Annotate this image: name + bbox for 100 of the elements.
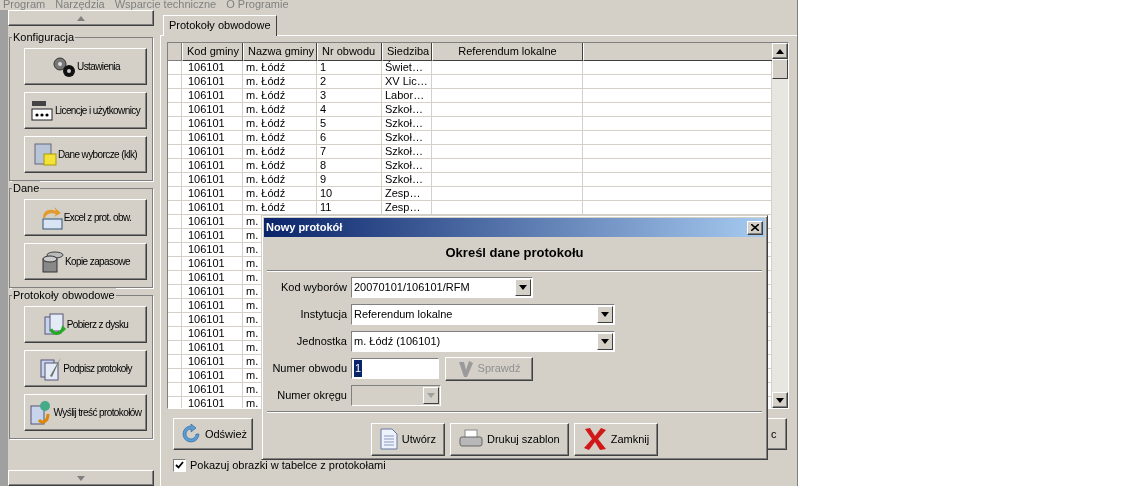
dropdown[interactable]: m. Łódź (106101) — [351, 331, 615, 352]
checkbox-label: Pokazuj obrazki w tabelce z protokołami — [190, 458, 386, 473]
table-cell: 1 — [320, 61, 327, 73]
field-label: Kod wyborów — [279, 280, 347, 296]
tab[interactable]: Protokoły obwodowe — [163, 15, 277, 36]
table-cell: m. — [246, 341, 259, 353]
table-cell-text: 106101 — [187, 75, 225, 87]
column-header[interactable]: Referendum lokalne — [432, 43, 583, 61]
sidebar-button[interactable]: Wyślij treść protokołów — [24, 394, 147, 431]
table-cell: 8 — [320, 159, 327, 171]
dropdown[interactable]: Referendum lokalne — [351, 304, 615, 325]
table-cell: m. Łódź — [246, 131, 286, 143]
table-cell: Szkoł… — [385, 103, 423, 115]
table-cell: m. — [246, 271, 259, 283]
table-cell: m. — [246, 327, 259, 339]
field-label: Numer obwodu — [271, 361, 347, 377]
table-cell-text: 106101 — [187, 229, 225, 241]
table-cell-text: 106101 — [187, 313, 225, 325]
table-cell: 6 — [320, 131, 327, 143]
table-cell: m. Łódź — [246, 187, 286, 199]
table-cell: m. — [246, 383, 259, 395]
group-title: Dane — [12, 181, 41, 195]
table-cell-text: 106101 — [187, 355, 225, 367]
table-cell-text: 106101 — [187, 159, 225, 171]
table-cell: m. — [246, 229, 259, 241]
table-cell: Szkoł… — [385, 173, 423, 185]
table-cell-text: 106101 — [187, 383, 225, 395]
group-title: Protokoły obwodowe — [12, 288, 116, 302]
table-cell: Szkoł… — [385, 117, 423, 129]
sidebar-button[interactable]: Podpisz protokoły — [24, 350, 147, 387]
table-cell: 9 — [320, 173, 327, 185]
table-cell-text: 106101 — [187, 103, 225, 115]
input-field[interactable]: 1 — [351, 358, 439, 379]
table-cell: m. Łódź — [246, 117, 286, 129]
table-cell: Szkoł… — [385, 159, 423, 171]
table-cell: m. — [246, 215, 259, 227]
sidebar-button[interactable]: Kopie zapasowe — [24, 243, 147, 280]
table-cell-text: 106101 — [187, 131, 225, 143]
table-cell-text: 106101 — [187, 61, 225, 73]
table-cell: m. Łódź — [246, 173, 286, 185]
field-label: Jednostka — [295, 334, 347, 350]
sidebar-button[interactable]: Pobierz z dysku — [24, 306, 147, 343]
table-cell-text: 106101 — [187, 187, 225, 199]
table-cell: m. — [246, 299, 259, 311]
table-cell-text: 106101 — [187, 89, 225, 101]
table-cell: 7 — [320, 145, 327, 157]
table-cell: m. Łódź — [246, 159, 286, 171]
table-cell: m. Łódź — [246, 61, 286, 73]
table-cell: Świet… — [385, 61, 423, 73]
table-cell: m. Łódź — [246, 75, 286, 87]
column-header[interactable]: Nazwa gminy — [243, 43, 317, 61]
table-cell: m. — [246, 285, 259, 297]
field-label: Instytucja — [299, 307, 347, 323]
table-cell: Szkoł… — [385, 131, 423, 143]
table-cell-text: 106101 — [187, 145, 225, 157]
sidebar-button[interactable]: Dane wyborcze (klk) — [24, 136, 147, 173]
table-cell: Szkoł… — [385, 145, 423, 157]
column-header[interactable]: Nr obwodu — [317, 43, 382, 61]
dropdown[interactable]: 20070101/106101/RFM — [351, 277, 533, 298]
sidebar-button[interactable]: Licencje i użytkownicy — [24, 92, 147, 129]
table-cell-text: 106101 — [187, 341, 225, 353]
refresh-button[interactable]: Odśwież — [173, 418, 253, 450]
table-cell: m. Łódź — [246, 201, 286, 213]
table-cell: 5 — [320, 117, 327, 129]
group-title: Konfiguracja — [12, 30, 76, 44]
table-cell: m. — [246, 369, 259, 381]
table-cell: 4 — [320, 103, 327, 115]
table-cell-text: 106101 — [187, 243, 225, 255]
table-cell: XV Lic… — [385, 75, 428, 87]
action-button[interactable]: c — [767, 418, 787, 450]
dialog-button[interactable]: Zamknij — [573, 422, 659, 456]
table-cell: m. — [246, 243, 259, 255]
table-cell: m. — [246, 355, 259, 367]
table-cell-text: 106101 — [187, 369, 225, 381]
table-cell-text: 106101 — [187, 215, 225, 227]
sidebar-button[interactable]: Ustawienia — [24, 48, 147, 85]
table-cell: m. Łódź — [246, 145, 286, 157]
column-header[interactable]: Kod gminy — [182, 43, 243, 61]
table-cell-text: 106101 — [187, 173, 225, 185]
table-cell: m. Łódź — [246, 103, 286, 115]
column-header[interactable]: Siedziba — [382, 43, 432, 61]
sidebar-button[interactable]: Excel z prot. obw. — [24, 199, 147, 236]
table-cell: 10 — [320, 187, 333, 199]
table-cell: m. — [246, 257, 259, 269]
field-label: Numer okręgu — [276, 388, 347, 404]
table-cell: m. Łódź — [246, 89, 286, 101]
table-cell-text: 106101 — [187, 201, 225, 213]
dialog-button[interactable]: Drukuj szablon — [449, 422, 569, 456]
table-cell-text: 106101 — [187, 257, 225, 269]
table-cell-text: 106101 — [187, 327, 225, 339]
dialog-title: Nowy protokół — [266, 220, 344, 236]
dialog-heading: Określ dane protokołu — [445, 244, 584, 262]
table-cell-text: 106101 — [187, 285, 225, 297]
table-cell: 11 — [320, 201, 332, 213]
table-cell: Zesp… — [385, 201, 421, 213]
table-cell-text: 106101 — [187, 299, 225, 311]
table-cell: Labor… — [385, 89, 425, 101]
dialog-button[interactable]: Utwórz — [370, 422, 445, 456]
table-cell: Zesp… — [385, 187, 421, 199]
table-cell-text: 106101 — [187, 271, 225, 283]
